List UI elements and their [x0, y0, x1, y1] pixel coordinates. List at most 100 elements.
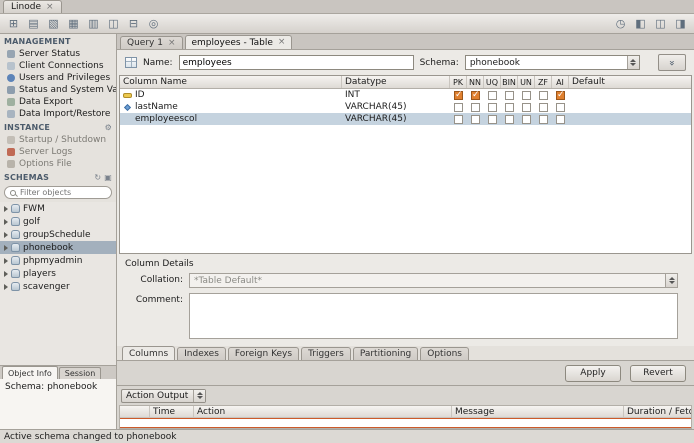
ai-cell[interactable]	[552, 101, 569, 113]
ai-checkbox[interactable]	[556, 102, 565, 112]
default-cell[interactable]	[569, 113, 691, 125]
expand-arrow-icon[interactable]	[4, 270, 8, 277]
tab-partitioning[interactable]: Partitioning	[352, 347, 419, 360]
zf-checkbox[interactable]	[539, 114, 548, 124]
column-name-cell[interactable]: lastName	[120, 101, 342, 113]
schema-item-groupschedule[interactable]: groupSchedule	[0, 228, 116, 241]
zf-cell[interactable]	[535, 89, 552, 101]
toggle-output-area-icon[interactable]: ◫	[651, 16, 670, 32]
sidebar-item-server-logs[interactable]: Server Logs	[0, 146, 116, 158]
schema-filter-input[interactable]	[20, 188, 106, 197]
bin-checkbox[interactable]	[505, 90, 514, 100]
datatype-cell[interactable]: VARCHAR(45)	[342, 101, 450, 113]
header-uq[interactable]: UQ	[484, 76, 501, 88]
pk-cell[interactable]	[450, 113, 467, 125]
sidebar-item-server-status[interactable]: Server Status	[0, 48, 116, 60]
zf-checkbox[interactable]	[539, 90, 548, 100]
connection-tab-linode[interactable]: Linode ×	[3, 0, 62, 13]
close-icon[interactable]: ×	[46, 2, 54, 12]
new-query-tab-icon[interactable]: ▤	[24, 16, 43, 32]
un-checkbox[interactable]	[522, 114, 531, 124]
header-pk[interactable]: PK	[450, 76, 467, 88]
combo-arrows-icon[interactable]	[626, 56, 639, 69]
ai-checkbox[interactable]	[556, 114, 565, 124]
uq-cell[interactable]	[484, 101, 501, 113]
header-nn[interactable]: NN	[467, 76, 484, 88]
tab-options[interactable]: Options	[420, 347, 469, 360]
output-selector[interactable]: Action Output	[121, 388, 207, 403]
un-cell[interactable]	[518, 89, 535, 101]
nn-checkbox[interactable]	[471, 102, 480, 112]
header-bin[interactable]: BIN	[501, 76, 518, 88]
sidebar-item-data-export[interactable]: Data Export	[0, 96, 116, 108]
bin-cell[interactable]	[501, 101, 518, 113]
tab-query-1[interactable]: Query 1 ×	[120, 36, 183, 49]
create-routine-icon[interactable]: ⊟	[124, 16, 143, 32]
bin-cell[interactable]	[501, 89, 518, 101]
activity-icon[interactable]: ◷	[611, 16, 630, 32]
expand-arrow-icon[interactable]	[4, 244, 8, 251]
sidebar-item-options-file[interactable]: Options File	[0, 158, 116, 170]
datatype-cell[interactable]: VARCHAR(45)	[342, 113, 450, 125]
revert-button[interactable]: Revert	[630, 364, 686, 382]
close-icon[interactable]: ×	[168, 38, 176, 48]
schema-select[interactable]: phonebook	[464, 55, 640, 70]
nn-cell[interactable]	[467, 101, 484, 113]
tab-columns[interactable]: Columns	[122, 346, 176, 360]
schema-item-players[interactable]: players	[0, 267, 116, 280]
header-duration-fetch[interactable]: Duration / Fetch	[624, 406, 691, 417]
collation-select[interactable]: *Table Default*	[189, 273, 678, 288]
new-connection-icon[interactable]: ⊞	[4, 16, 23, 32]
schema-item-scavenger[interactable]: scavenger	[0, 280, 116, 293]
column-name-cell[interactable]: employeescol	[120, 113, 342, 125]
sidebar-item-users-privileges[interactable]: Users and Privileges	[0, 72, 116, 84]
pk-cell[interactable]	[450, 89, 467, 101]
header-status[interactable]	[120, 406, 150, 417]
sidebar-item-client-connections[interactable]: Client Connections	[0, 60, 116, 72]
header-time[interactable]: Time	[150, 406, 194, 417]
column-row-lastname[interactable]: lastName VARCHAR(45)	[120, 101, 691, 113]
header-message[interactable]: Message	[452, 406, 624, 417]
sidebar-item-status-variables[interactable]: Status and System Variables	[0, 84, 116, 96]
tab-session[interactable]: Session	[58, 367, 102, 379]
comment-textarea[interactable]	[189, 293, 678, 339]
header-datatype[interactable]: Datatype	[342, 76, 450, 88]
zf-cell[interactable]	[535, 101, 552, 113]
column-row-employeescol[interactable]: employeescol VARCHAR(45)	[120, 113, 691, 125]
uq-checkbox[interactable]	[488, 114, 497, 124]
tab-foreign-keys[interactable]: Foreign Keys	[227, 347, 300, 360]
bin-cell[interactable]	[501, 113, 518, 125]
zf-checkbox[interactable]	[539, 102, 548, 112]
zf-cell[interactable]	[535, 113, 552, 125]
expand-arrow-icon[interactable]	[4, 283, 8, 290]
column-row-id[interactable]: ID INT	[120, 89, 691, 101]
pk-checkbox[interactable]	[454, 102, 463, 112]
create-view-icon[interactable]: ◫	[104, 16, 123, 32]
expand-arrow-icon[interactable]	[4, 231, 8, 238]
uq-checkbox[interactable]	[488, 90, 497, 100]
pk-cell[interactable]	[450, 101, 467, 113]
combo-arrows-icon[interactable]	[665, 274, 677, 287]
header-un[interactable]: UN	[518, 76, 535, 88]
un-cell[interactable]	[518, 101, 535, 113]
bin-checkbox[interactable]	[505, 114, 514, 124]
pk-checkbox[interactable]	[454, 114, 463, 124]
grid-empty-area[interactable]	[120, 125, 691, 253]
tab-triggers[interactable]: Triggers	[301, 347, 351, 360]
header-default[interactable]: Default	[569, 76, 691, 88]
tab-employees-table[interactable]: employees - Table ×	[184, 35, 293, 49]
uq-cell[interactable]	[484, 113, 501, 125]
expand-arrow-icon[interactable]	[4, 218, 8, 225]
bin-checkbox[interactable]	[505, 102, 514, 112]
nn-checkbox[interactable]	[471, 90, 480, 100]
un-cell[interactable]	[518, 113, 535, 125]
pk-checkbox[interactable]	[454, 90, 463, 100]
default-cell[interactable]	[569, 89, 691, 101]
create-schema-icon[interactable]: ▦	[64, 16, 83, 32]
nn-cell[interactable]	[467, 113, 484, 125]
sidebar-item-startup-shutdown[interactable]: Startup / Shutdown	[0, 134, 116, 146]
nn-cell[interactable]	[467, 89, 484, 101]
close-icon[interactable]: ×	[278, 38, 286, 47]
output-rows-area[interactable]	[120, 418, 691, 428]
nn-checkbox[interactable]	[471, 114, 480, 124]
